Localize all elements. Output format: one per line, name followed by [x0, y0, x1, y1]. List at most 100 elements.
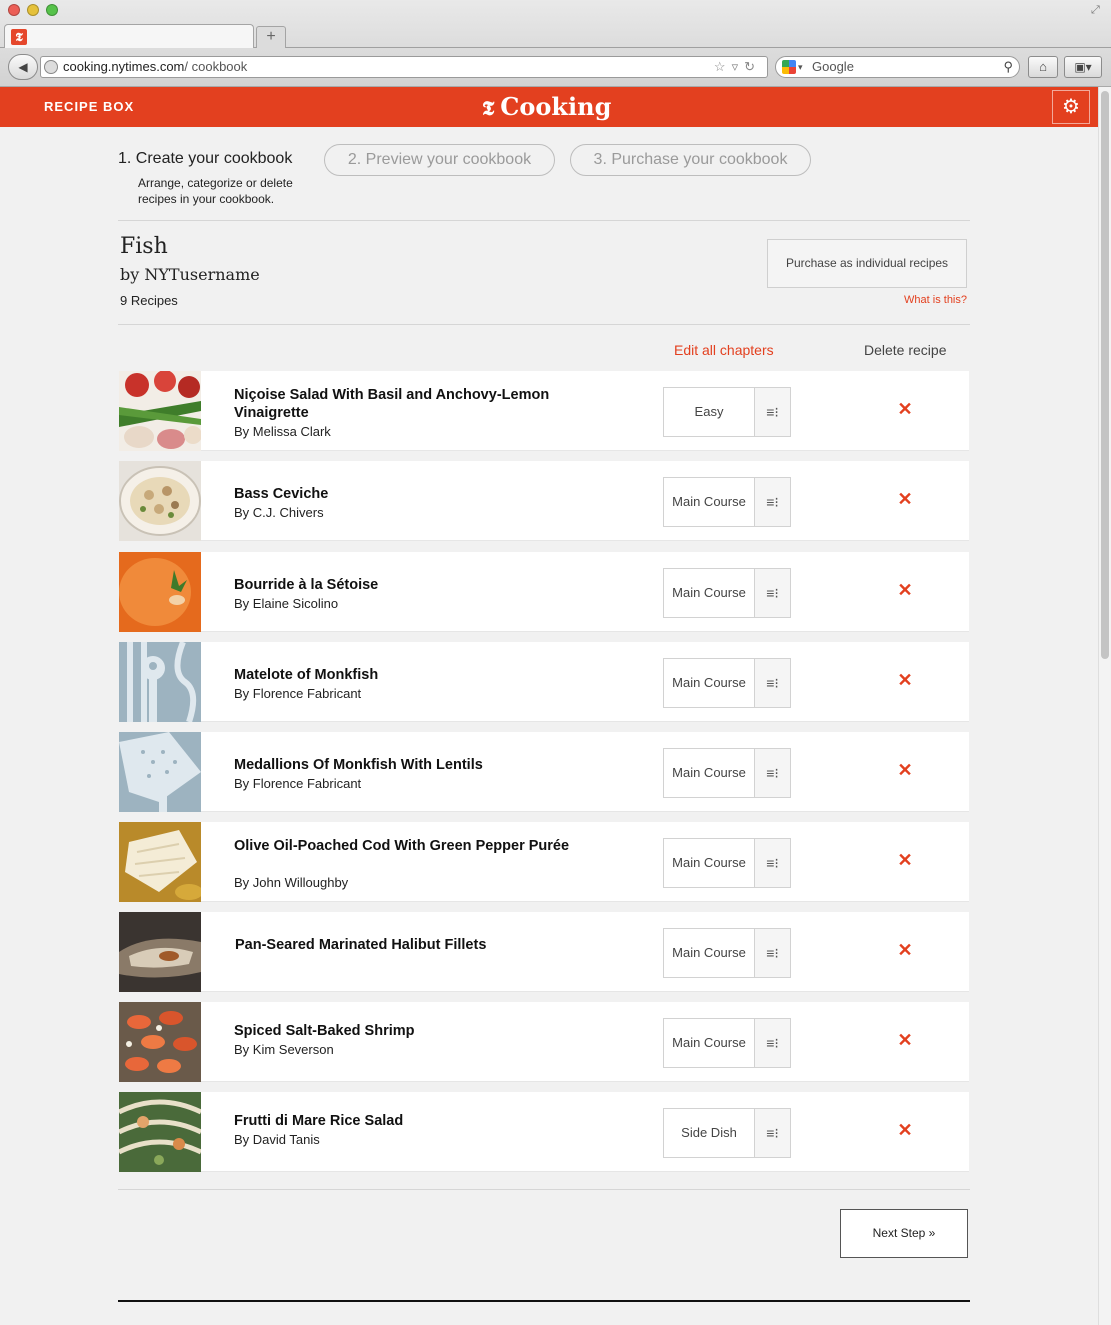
recipe-row[interactable]: Bourride à la Sétoise By Elaine Sicolino… — [119, 552, 969, 632]
recipe-author: By Florence Fabricant — [234, 776, 362, 791]
recipe-thumbnail — [119, 1002, 201, 1082]
back-button[interactable]: ◀ — [8, 54, 38, 80]
recipe-row[interactable]: Frutti di Mare Rice Salad By David Tanis… — [119, 1092, 969, 1172]
chevron-down-icon[interactable]: ▾ — [798, 57, 803, 77]
delete-icon[interactable]: ✕ — [895, 940, 915, 960]
delete-icon[interactable]: ✕ — [895, 580, 915, 600]
cooking-logo[interactable]: 𝕿 Cooking — [482, 87, 611, 128]
drag-menu-icon[interactable]: ≡⁝ — [754, 1019, 790, 1067]
cookbook-title: Fish — [120, 234, 168, 259]
delete-icon[interactable]: ✕ — [895, 489, 915, 509]
recipe-author: By John Willoughby — [234, 875, 349, 890]
recipe-thumbnail — [119, 912, 201, 992]
step-create-description: Arrange, categorize or delete recipes in… — [138, 176, 293, 206]
recipe-thumbnail — [119, 642, 201, 722]
recipe-row[interactable]: Niçoise Salad With Basil and Anchovy-Lem… — [119, 371, 969, 451]
recipe-thumbnail — [119, 732, 201, 812]
chapter-select[interactable]: Main Course ≡⁝ — [663, 928, 791, 978]
recipe-title[interactable]: Frutti di Mare Rice Salad — [234, 1112, 574, 1130]
navigation-row: ◀ cooking.nytimes.com/ cookbook ☆▿↻ ▾ Go… — [0, 50, 1111, 86]
chapter-label: Side Dish — [681, 1125, 737, 1140]
chapter-select[interactable]: Easy ≡⁝ — [663, 387, 791, 437]
divider — [118, 220, 970, 221]
drag-menu-icon[interactable]: ≡⁝ — [754, 388, 790, 436]
recipe-title[interactable]: Niçoise Salad With Basil and Anchovy-Lem… — [234, 386, 574, 422]
page-scrollbar[interactable] — [1098, 87, 1111, 1325]
drag-menu-icon[interactable]: ≡⁝ — [754, 839, 790, 887]
home-button[interactable]: ⌂ — [1028, 56, 1058, 78]
recipe-box-link[interactable]: RECIPE BOX — [44, 87, 134, 127]
minimize-window-button[interactable] — [27, 4, 39, 16]
recipe-row[interactable]: Olive Oil-Poached Cod With Green Pepper … — [119, 822, 969, 902]
chapter-label: Main Course — [672, 945, 746, 960]
close-window-button[interactable] — [8, 4, 20, 16]
delete-icon[interactable]: ✕ — [895, 850, 915, 870]
what-is-this-link[interactable]: What is this? — [860, 294, 967, 306]
delete-icon[interactable]: ✕ — [895, 1120, 915, 1140]
drag-menu-icon[interactable]: ≡⁝ — [754, 749, 790, 797]
url-host: cooking.nytimes.com — [63, 59, 185, 74]
delete-icon[interactable]: ✕ — [895, 760, 915, 780]
recipe-row[interactable]: Pan-Seared Marinated Halibut Fillets Mai… — [119, 912, 969, 992]
next-step-button[interactable]: Next Step » — [840, 1209, 968, 1258]
zoom-window-button[interactable] — [46, 4, 58, 16]
recipe-row[interactable]: Matelote of Monkfish By Florence Fabrica… — [119, 642, 969, 722]
extensions-button[interactable]: ▣▾ — [1064, 56, 1102, 78]
gear-icon: ⚙ — [1062, 96, 1080, 118]
chapter-select[interactable]: Main Course ≡⁝ — [663, 838, 791, 888]
chapter-select[interactable]: Side Dish ≡⁝ — [663, 1108, 791, 1158]
bookmark-star-icon[interactable]: ☆▿↻ — [714, 57, 761, 77]
recipe-title[interactable]: Bass Ceviche — [234, 485, 574, 503]
chapter-select[interactable]: Main Course ≡⁝ — [663, 1018, 791, 1068]
purchase-individual-button[interactable]: Purchase as individual recipes — [767, 239, 967, 288]
chapter-select[interactable]: Main Course ≡⁝ — [663, 748, 791, 798]
recipe-row[interactable]: Medallions Of Monkfish With Lentils By F… — [119, 732, 969, 812]
search-bar[interactable]: ▾ Google ⚲ — [775, 56, 1020, 78]
step-preview-cookbook[interactable]: 2. Preview your cookbook — [324, 144, 555, 176]
scroll-thumb[interactable] — [1101, 91, 1109, 659]
edit-all-chapters-link[interactable]: Edit all chapters — [674, 342, 774, 358]
recipe-row[interactable]: Bass Ceviche By C.J. Chivers Main Course… — [119, 461, 969, 541]
logo-text: Cooking — [500, 92, 612, 121]
recipe-title[interactable]: Olive Oil-Poached Cod With Green Pepper … — [234, 837, 574, 855]
recipe-row[interactable]: Spiced Salt-Baked Shrimp By Kim Severson… — [119, 1002, 969, 1082]
delete-icon[interactable]: ✕ — [895, 670, 915, 690]
recipe-thumbnail — [119, 822, 201, 902]
google-icon — [782, 60, 796, 74]
chapter-label: Main Course — [672, 855, 746, 870]
new-tab-button[interactable]: + — [256, 26, 286, 48]
recipe-title[interactable]: Medallions Of Monkfish With Lentils — [234, 756, 574, 774]
chapter-label: Main Course — [672, 1035, 746, 1050]
url-bar[interactable]: cooking.nytimes.com/ cookbook ☆▿↻ — [40, 56, 768, 78]
divider — [118, 1189, 970, 1190]
recipe-title[interactable]: Bourride à la Sétoise — [234, 576, 574, 594]
chapter-select[interactable]: Main Course ≡⁝ — [663, 658, 791, 708]
search-placeholder: Google — [812, 59, 854, 74]
drag-menu-icon[interactable]: ≡⁝ — [754, 1109, 790, 1157]
drag-menu-icon[interactable]: ≡⁝ — [754, 478, 790, 526]
drag-menu-icon[interactable]: ≡⁝ — [754, 929, 790, 977]
recipe-author: By C.J. Chivers — [234, 505, 324, 520]
search-icon[interactable]: ⚲ — [1003, 57, 1013, 77]
drag-menu-icon[interactable]: ≡⁝ — [754, 659, 790, 707]
recipe-title[interactable]: Pan-Seared Marinated Halibut Fillets — [235, 936, 575, 954]
browser-tab[interactable]: 𝕿 — [4, 24, 254, 48]
step-purchase-cookbook[interactable]: 3. Purchase your cookbook — [570, 144, 811, 176]
chapter-label: Main Course — [672, 585, 746, 600]
delete-icon[interactable]: ✕ — [895, 399, 915, 419]
settings-button[interactable]: ⚙ — [1052, 90, 1090, 124]
chapter-select[interactable]: Main Course ≡⁝ — [663, 568, 791, 618]
recipe-author: By Elaine Sicolino — [234, 596, 339, 611]
recipe-thumbnail — [119, 371, 201, 451]
cookbook-author: by NYTusername — [120, 265, 260, 284]
chapter-label: Main Course — [672, 675, 746, 690]
browser-chrome: ⤢ 𝕿 + ◀ cooking.nytimes.com/ cookbook ☆▿… — [0, 0, 1111, 87]
recipe-count: 9 Recipes — [120, 293, 178, 308]
recipe-title[interactable]: Matelote of Monkfish — [234, 666, 574, 684]
chapter-select[interactable]: Main Course ≡⁝ — [663, 477, 791, 527]
drag-menu-icon[interactable]: ≡⁝ — [754, 569, 790, 617]
window-controls — [8, 4, 58, 16]
delete-icon[interactable]: ✕ — [895, 1030, 915, 1050]
recipe-title[interactable]: Spiced Salt-Baked Shrimp — [234, 1022, 574, 1040]
fullscreen-icon[interactable]: ⤢ — [1091, 4, 1103, 16]
